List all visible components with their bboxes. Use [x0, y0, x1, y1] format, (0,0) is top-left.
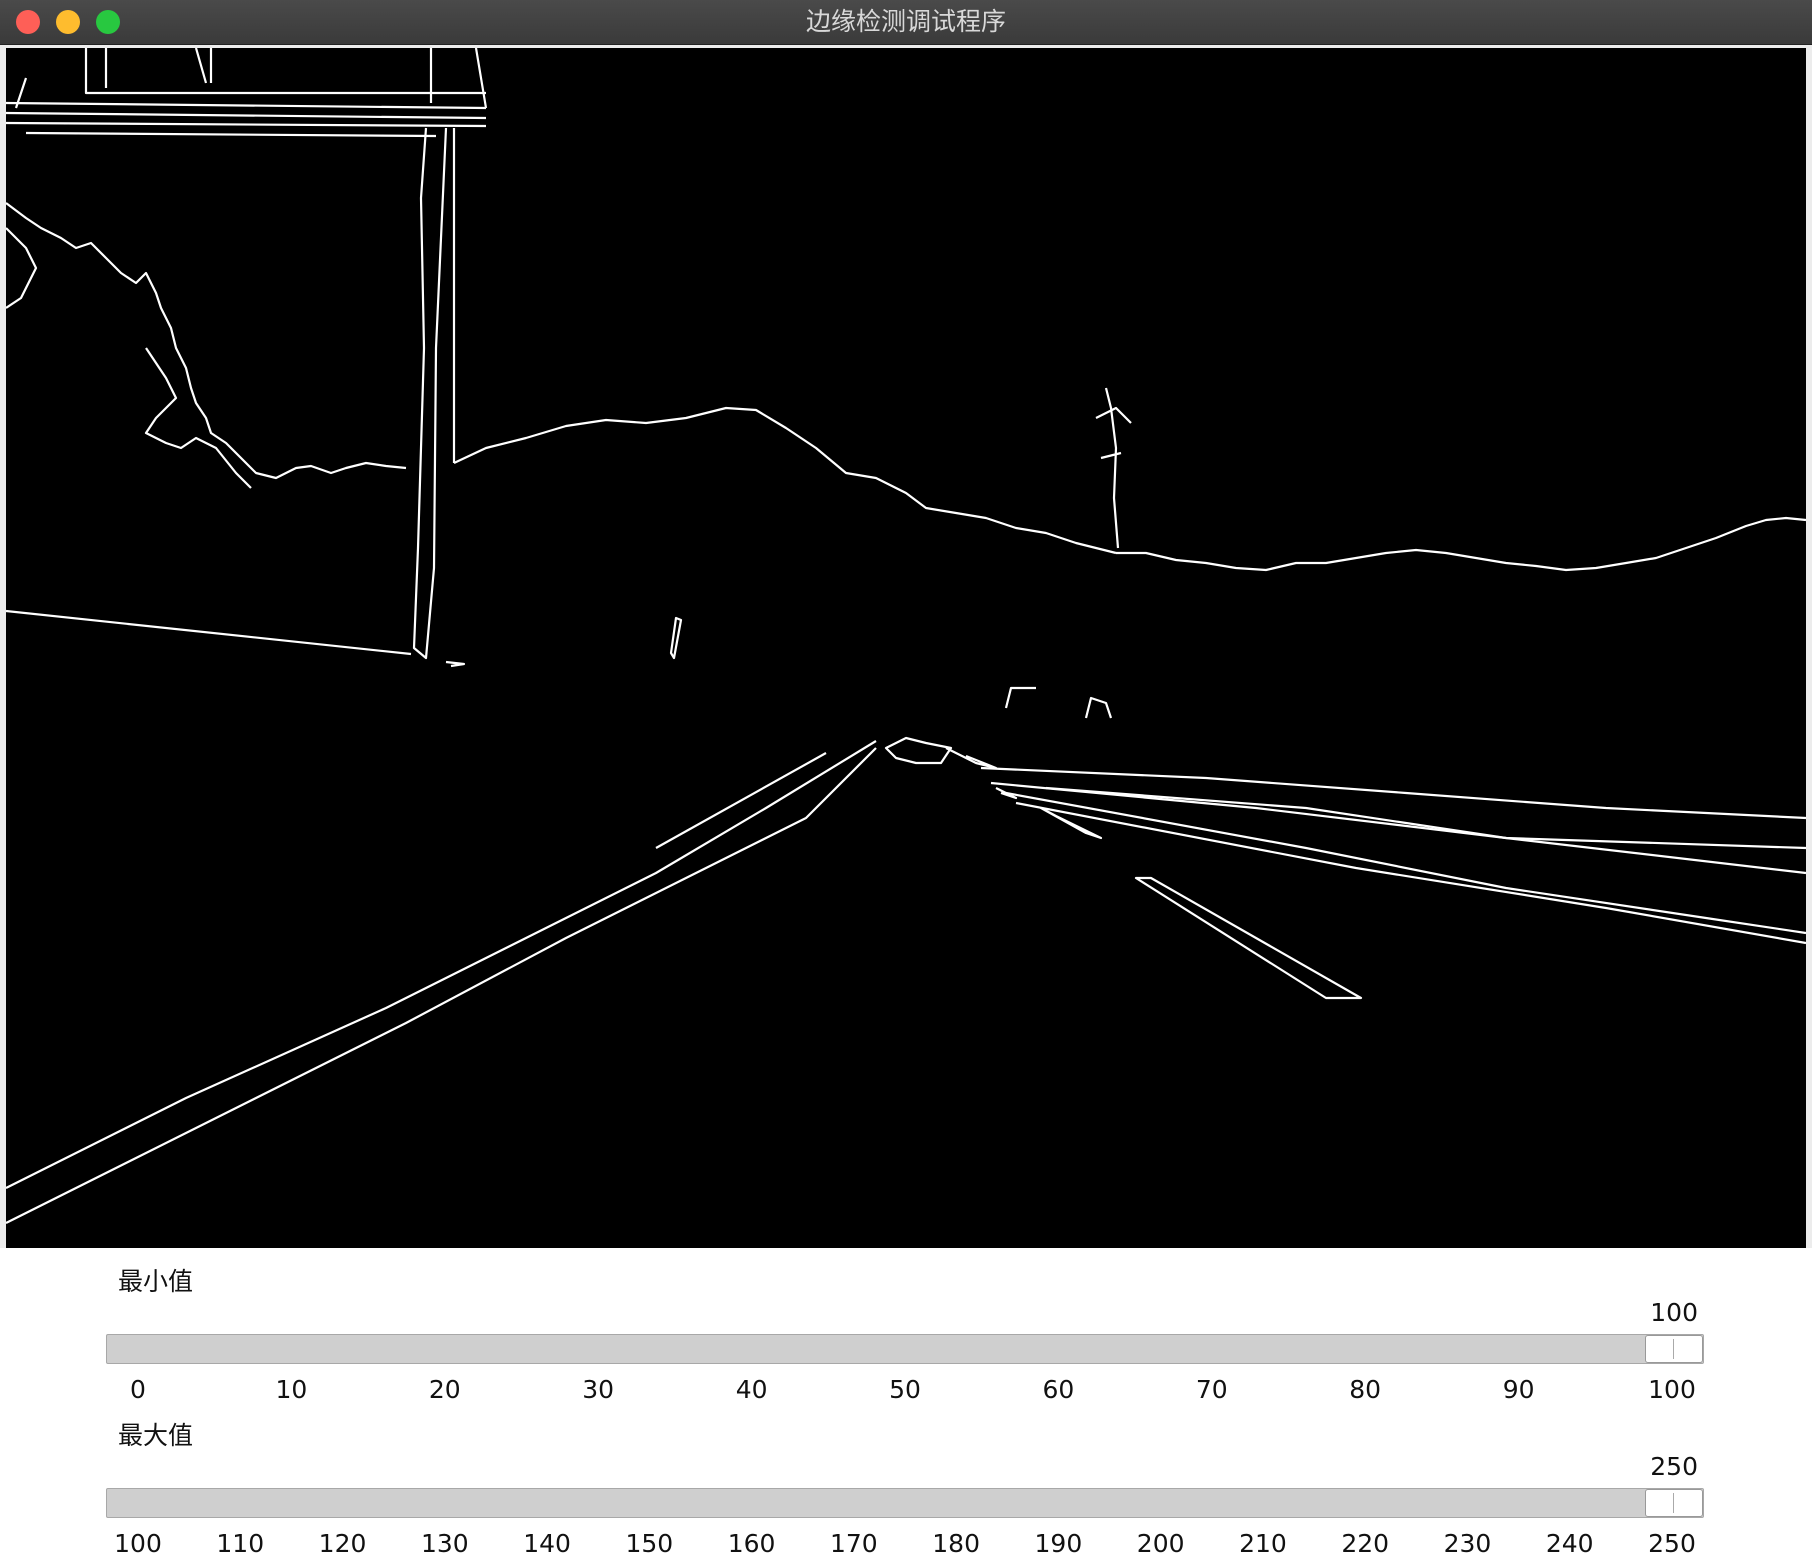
edge-horizon-left [453, 406, 1117, 555]
max-tick-label: 130 [420, 1529, 469, 1558]
max-tick-label: 120 [318, 1529, 367, 1558]
min-tick-label: 0 [130, 1375, 146, 1404]
max-tick-label: 170 [830, 1529, 878, 1558]
max-tick-label: 200 [1136, 1529, 1185, 1558]
edge-lane-dash-1 [945, 747, 998, 770]
min-tick-label: 100 [1648, 1375, 1696, 1404]
max-tick-label: 180 [932, 1529, 980, 1558]
edge-fence-line [6, 609, 412, 656]
edge-road-left-segment [655, 752, 827, 849]
min-slider-ticks: 0 10 20 30 40 50 60 70 80 90 100 [106, 1375, 1704, 1405]
max-tick-label: 190 [1034, 1529, 1083, 1558]
edge-vanishing-clutter [884, 686, 1113, 765]
max-slider-thumb[interactable] [1645, 1489, 1703, 1517]
edge-horizon-right [1116, 516, 1806, 572]
max-tick-label: 100 [114, 1529, 162, 1558]
max-tick-label: 250 [1648, 1529, 1696, 1558]
min-slider-label: 最小值 [118, 1267, 194, 1296]
max-tick-label: 160 [727, 1529, 776, 1558]
edge-small-mark-2 [669, 616, 683, 660]
edge-right-rail-3 [1005, 791, 1806, 935]
edge-map [6, 48, 1806, 1224]
max-tick-label: 150 [625, 1529, 674, 1558]
edge-billboard-frame [14, 48, 488, 109]
control-panel: 最小值 100 0 10 20 30 40 50 60 70 80 90 100 最大值 250 1… [0, 1248, 1812, 1564]
edge-distant-pole [1095, 387, 1132, 549]
edge-lane-dash-4 [1134, 876, 1363, 1000]
min-slider-value: 100 [1650, 1298, 1698, 1327]
edge-right-rail-5 [1045, 786, 1806, 850]
min-tick-label: 40 [735, 1375, 768, 1404]
max-tick-label: 220 [1341, 1529, 1390, 1558]
max-slider-label: 最大值 [118, 1421, 194, 1450]
max-slider-value: 250 [1650, 1452, 1698, 1481]
min-tick-label: 20 [428, 1375, 461, 1404]
min-tick-label: 90 [1502, 1375, 1535, 1404]
edge-small-mark-1 [445, 660, 466, 668]
edge-road-left-outer [6, 740, 877, 1189]
min-tick-label: 80 [1349, 1375, 1382, 1404]
max-tick-label: 230 [1443, 1529, 1492, 1558]
min-slider-track[interactable] [106, 1334, 1704, 1364]
max-tick-label: 110 [216, 1529, 265, 1558]
max-tick-label: 210 [1239, 1529, 1287, 1558]
edge-detection-image [6, 48, 1806, 1248]
min-tick-label: 10 [275, 1375, 308, 1404]
max-tick-label: 140 [523, 1529, 571, 1558]
min-tick-label: 60 [1042, 1375, 1075, 1404]
edge-right-rail-2 [990, 781, 1806, 875]
window-title: 边缘检测调试程序 [805, 7, 1006, 36]
title-bar: 边缘检测调试程序 [0, 0, 1812, 45]
min-tick-label: 50 [889, 1375, 921, 1404]
min-slider-thumb[interactable] [1645, 1335, 1703, 1363]
edge-tree [6, 202, 407, 489]
edge-billboard-bottom [6, 101, 487, 138]
edge-billboard-post [412, 127, 456, 660]
max-tick-label: 240 [1545, 1529, 1594, 1558]
max-slider-ticks: 100 110 120 130 140 150 160 170 180 190 200 210 220 2… [106, 1529, 1704, 1559]
max-slider-track[interactable] [106, 1488, 1704, 1518]
min-tick-label: 30 [582, 1375, 615, 1404]
min-tick-label: 70 [1195, 1375, 1228, 1404]
